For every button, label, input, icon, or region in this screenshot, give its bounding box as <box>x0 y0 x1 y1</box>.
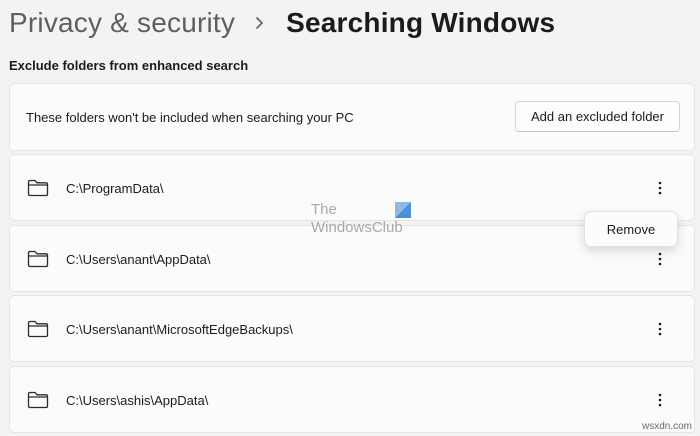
folder-icon <box>27 250 49 268</box>
section-title: Exclude folders from enhanced search <box>9 58 249 73</box>
folder-path: C:\Users\anant\MicrosoftEdgeBackups\ <box>66 322 293 337</box>
more-vertical-icon[interactable] <box>648 387 672 413</box>
more-vertical-icon[interactable] <box>648 175 672 201</box>
site-watermark: wsxdn.com <box>641 421 692 432</box>
folder-path: C:\ProgramData\ <box>66 181 164 196</box>
remove-menu-item[interactable]: Remove <box>607 222 655 237</box>
page-title: Searching Windows <box>286 7 556 38</box>
folder-icon <box>27 179 49 197</box>
folder-path: C:\Users\ashis\AppData\ <box>66 393 209 408</box>
folder-path: C:\Users\anant\AppData\ <box>66 252 211 267</box>
folder-row: C:\Users\anant\MicrosoftEdgeBackups\ <box>9 295 695 362</box>
more-vertical-icon[interactable] <box>648 246 672 272</box>
exclusion-info-text: These folders won't be included when sea… <box>26 110 354 125</box>
folder-row: C:\Users\ashis\AppData\ <box>9 366 695 433</box>
breadcrumb-parent[interactable]: Privacy & security <box>9 7 235 39</box>
breadcrumb: Privacy & security Searching Windows <box>9 2 555 44</box>
more-vertical-icon[interactable] <box>648 316 672 342</box>
folder-icon <box>27 391 49 409</box>
context-menu: Remove <box>584 211 678 247</box>
breadcrumb-chevron-icon <box>255 16 264 30</box>
exclusion-info-card: These folders won't be included when sea… <box>9 83 695 151</box>
folder-icon <box>27 320 49 338</box>
add-excluded-folder-button[interactable]: Add an excluded folder <box>515 101 680 132</box>
